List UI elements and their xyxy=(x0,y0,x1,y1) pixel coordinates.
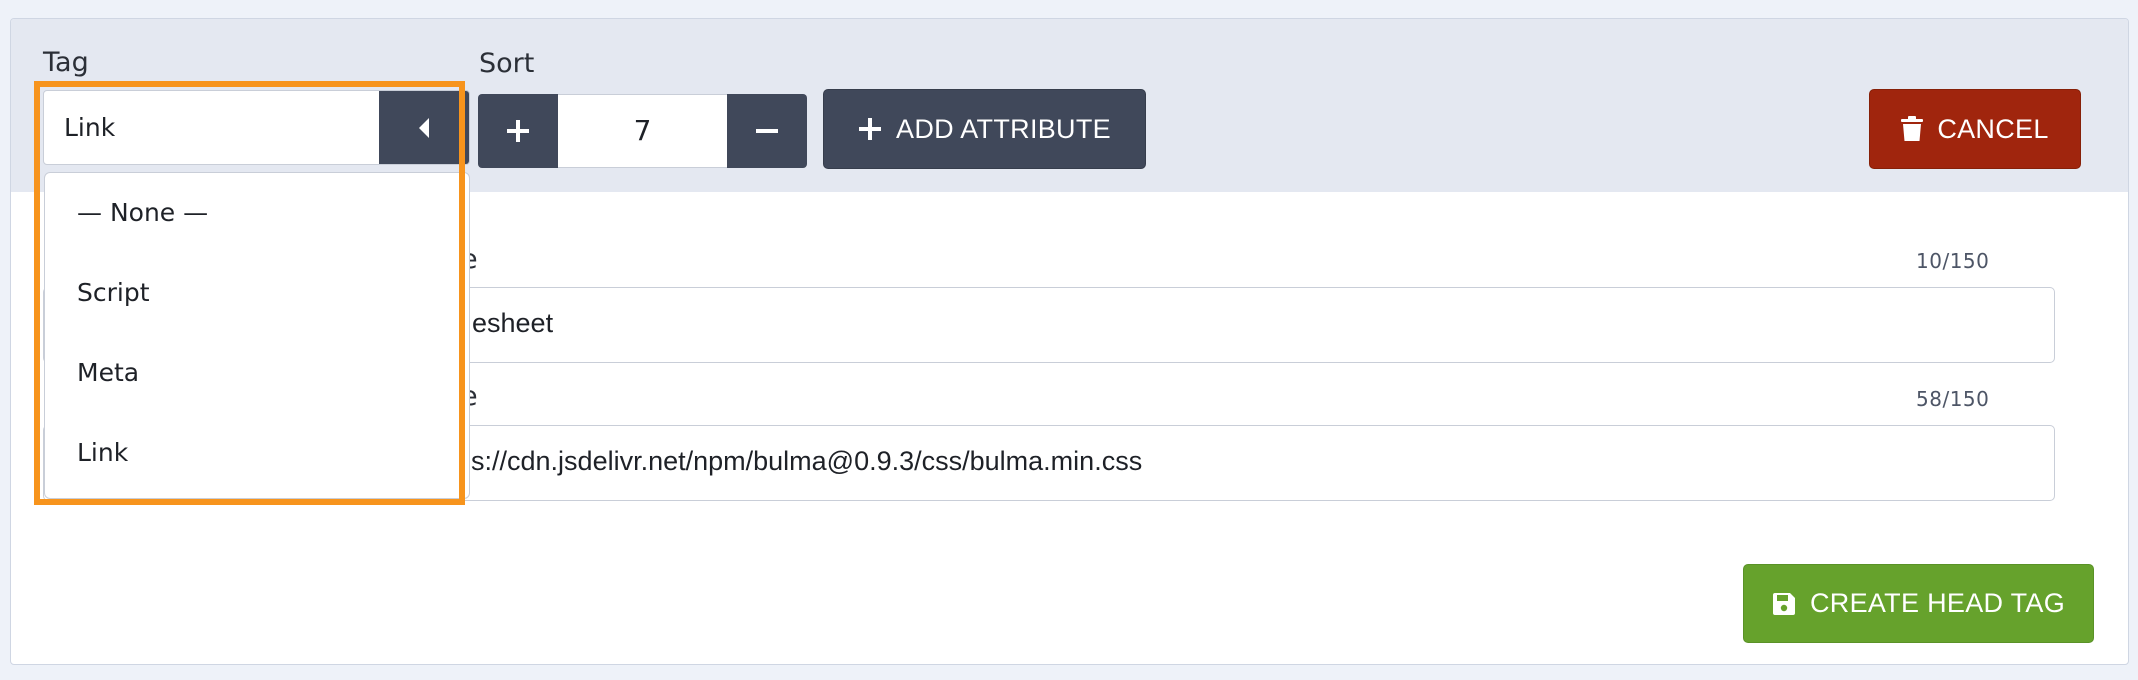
attribute-value-value: os://cdn.jsdelivr.net/npm/bulma@0.9.3/cs… xyxy=(456,446,1143,476)
add-attribute-label: ADD ATTRIBUTE xyxy=(896,113,1111,144)
create-head-tag-button[interactable]: CREATE HEAD TAG xyxy=(1743,564,2094,643)
sort-value-input[interactable]: 7 xyxy=(558,94,727,168)
cancel-button[interactable]: CANCEL xyxy=(1869,89,2081,169)
dropdown-option-none[interactable]: — None — xyxy=(77,198,208,227)
cancel-label: CANCEL xyxy=(1937,113,2049,144)
tag-select-value: Link xyxy=(64,113,116,142)
tag-dropdown-menu: — None — Script Meta Link xyxy=(44,172,470,499)
dropdown-option-meta[interactable]: Meta xyxy=(77,358,139,387)
add-attribute-button[interactable]: ADD ATTRIBUTE xyxy=(823,89,1146,169)
sort-label: Sort xyxy=(479,48,535,79)
caret-left-icon xyxy=(419,117,429,138)
tag-label: Tag xyxy=(43,47,89,78)
create-head-tag-label: CREATE HEAD TAG xyxy=(1809,588,2066,618)
tag-select-toggle[interactable] xyxy=(379,91,469,164)
tag-select[interactable]: Link xyxy=(43,90,470,165)
sort-decrement-button[interactable] xyxy=(727,94,807,168)
plus-icon xyxy=(507,120,529,142)
plus-icon xyxy=(859,118,882,140)
attribute-name-value: esheet xyxy=(472,308,554,338)
dropdown-option-script[interactable]: Script xyxy=(77,278,150,307)
trash-icon xyxy=(1901,116,1924,141)
head-tag-form-card: Tag Sort 7 ADD ATTRIBUTE CANCEL e 10/150 xyxy=(10,18,2129,665)
field-value-counter: 58/150 xyxy=(1916,387,1990,411)
sort-increment-button[interactable] xyxy=(478,94,558,168)
minus-icon xyxy=(756,129,778,133)
save-icon xyxy=(1772,592,1795,615)
field-name-counter: 10/150 xyxy=(1916,249,1990,273)
dropdown-option-link[interactable]: Link xyxy=(77,438,128,467)
